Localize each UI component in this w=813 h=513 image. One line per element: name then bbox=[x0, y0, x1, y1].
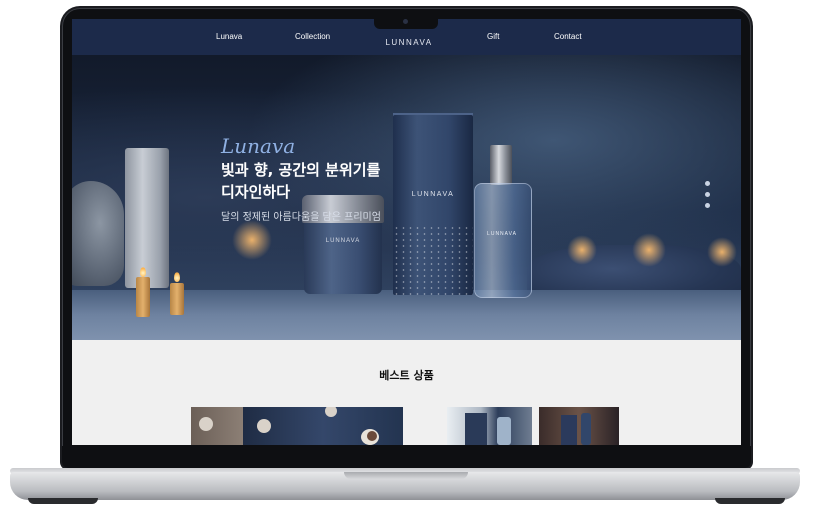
laptop-foot-left bbox=[28, 498, 98, 504]
jar-label: LUNNAVA bbox=[325, 238, 361, 244]
nav-item-contact[interactable]: Contact bbox=[554, 32, 582, 41]
nav-item-collection[interactable]: Collection bbox=[295, 32, 330, 41]
nav-item-lunava[interactable]: Lunava bbox=[216, 32, 242, 41]
hero-brand: Lunava bbox=[221, 134, 296, 158]
perfume-bottle-cap bbox=[490, 145, 512, 185]
best-products-section: 베스트 상품 bbox=[72, 340, 741, 445]
laptop-foot-right bbox=[715, 498, 785, 504]
best-products-title: 베스트 상품 bbox=[379, 369, 434, 382]
stone-pillar-prop bbox=[125, 148, 169, 288]
product-thumbnail[interactable] bbox=[191, 407, 243, 445]
screen: Lunava Collection LUNNAVA Gift Contact L… bbox=[72, 19, 741, 445]
perfume-bottle-product bbox=[474, 183, 532, 298]
box-sparkles bbox=[393, 225, 473, 295]
nav-item-gift[interactable]: Gift bbox=[487, 32, 499, 41]
candle-glow bbox=[632, 233, 666, 267]
slide-dot-icon[interactable] bbox=[705, 203, 710, 208]
thumb-detail bbox=[561, 415, 577, 445]
laptop-groove bbox=[344, 472, 468, 479]
thumb-detail bbox=[497, 417, 511, 445]
stone-prop bbox=[72, 181, 124, 286]
candle-prop bbox=[136, 277, 150, 317]
candle-glow bbox=[567, 235, 597, 265]
candle-prop bbox=[170, 283, 184, 315]
thumb-detail bbox=[581, 413, 591, 445]
product-thumbnail[interactable] bbox=[539, 407, 619, 445]
brand-text: LUNNAVA bbox=[385, 38, 433, 47]
slide-dot-icon[interactable] bbox=[705, 181, 710, 186]
bottle-label: LUNNAVA bbox=[487, 231, 517, 237]
thumb-detail bbox=[367, 431, 377, 441]
candle-glow bbox=[707, 237, 737, 267]
hero-copy: Lunava 빛과 향, 공간의 분위기를 디자인하다 달의 정제된 아름다움을… bbox=[221, 135, 461, 223]
slide-indicator bbox=[705, 181, 713, 214]
thumb-detail bbox=[257, 419, 271, 433]
candle-glow bbox=[232, 220, 272, 260]
hero-banner: LUNNAVA LUNNAVA LUNNAVA Lunava 빛과 향, 공간의… bbox=[72, 55, 741, 340]
camera-notch bbox=[374, 16, 438, 29]
hero-title-line2: 디자인하다 bbox=[221, 183, 291, 201]
laptop-chin bbox=[62, 446, 751, 468]
thumb-detail bbox=[465, 413, 487, 445]
camera-icon bbox=[403, 19, 408, 24]
flame-icon bbox=[140, 267, 146, 277]
flame-icon bbox=[174, 272, 180, 282]
thumb-detail bbox=[325, 407, 337, 417]
product-thumbnail[interactable] bbox=[243, 407, 403, 445]
thumb-detail bbox=[199, 417, 213, 431]
slide-dot-icon[interactable] bbox=[705, 192, 710, 197]
hero-subtitle: 달의 정제된 아름다움을 담은 프리미엄 bbox=[221, 212, 381, 223]
hero-title-line1: 빛과 향, 공간의 분위기를 bbox=[221, 161, 381, 179]
product-thumbnail[interactable] bbox=[447, 407, 532, 445]
moon-icon bbox=[498, 214, 505, 226]
